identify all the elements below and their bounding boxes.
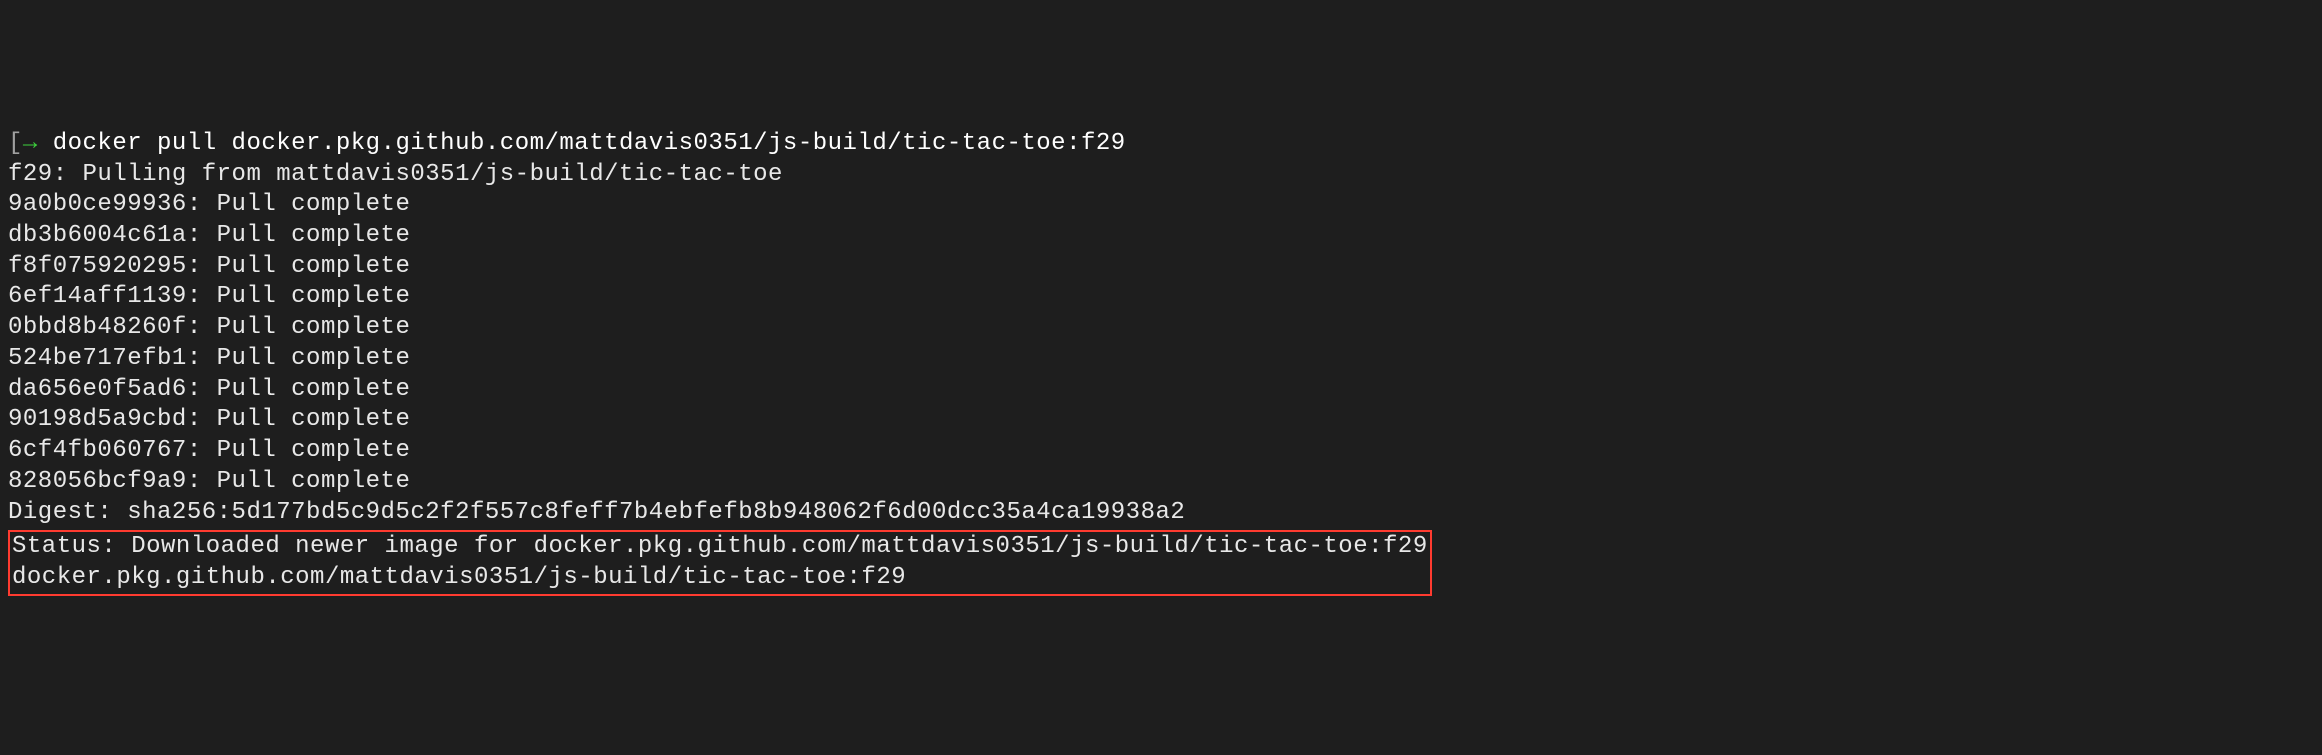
layer-line: 6cf4fb060767: Pull complete — [8, 437, 410, 464]
layer-line: 6ef14aff1139: Pull complete — [8, 283, 410, 310]
image-ref-line: docker.pkg.github.com/mattdavis0351/js-b… — [12, 564, 906, 591]
layer-line: f8f075920295: Pull complete — [8, 253, 410, 280]
layer-line: db3b6004c61a: Pull complete — [8, 222, 410, 249]
digest-line: Digest: sha256:5d177bd5c9d5c2f2f557c8fef… — [8, 499, 1185, 526]
layer-line: 828056bcf9a9: Pull complete — [8, 468, 410, 495]
layer-line: 524be717efb1: Pull complete — [8, 345, 410, 372]
pulling-line: f29: Pulling from mattdavis0351/js-build… — [8, 161, 783, 188]
layer-line: 9a0b0ce99936: Pull complete — [8, 191, 410, 218]
layer-line: 90198d5a9cbd: Pull complete — [8, 406, 410, 433]
layer-line: da656e0f5ad6: Pull complete — [8, 376, 410, 403]
highlight-box: Status: Downloaded newer image for docke… — [8, 530, 1432, 595]
layer-line: 0bbd8b48260f: Pull complete — [8, 314, 410, 341]
prompt-bracket: [ — [8, 130, 23, 157]
terminal-output: [→ docker pull docker.pkg.github.com/mat… — [8, 129, 2314, 596]
command-text: docker pull docker.pkg.github.com/mattda… — [38, 130, 1126, 157]
status-line: Status: Downloaded newer image for docke… — [12, 533, 1428, 560]
prompt-arrow-icon: → — [23, 130, 38, 157]
